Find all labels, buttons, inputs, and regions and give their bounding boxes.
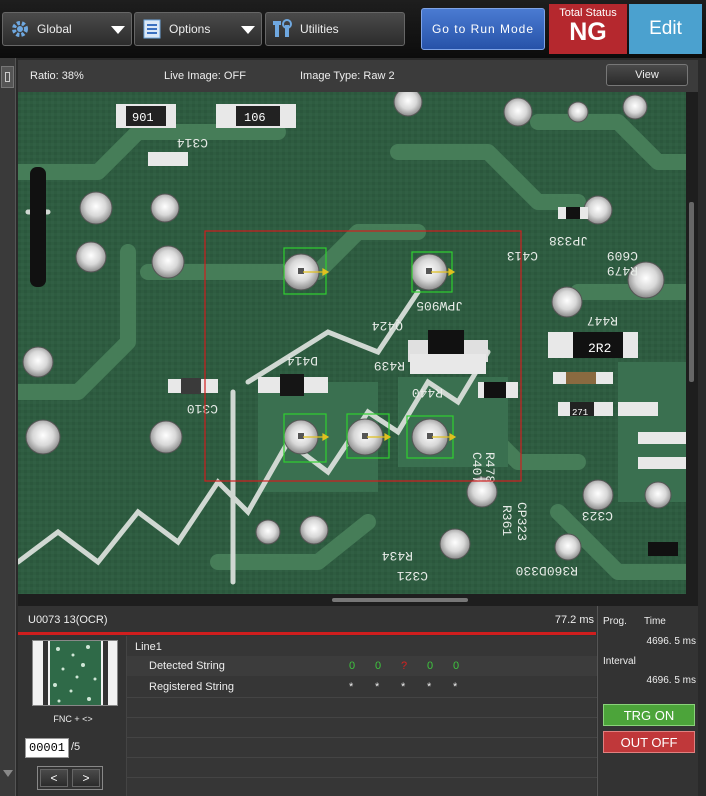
pcb-label: R478 [482,452,497,483]
registered-string-row: Registered String * * * * * [127,677,597,697]
divider [127,757,597,758]
chevron-down-icon [111,26,125,34]
live-image-text: Live Image: OFF [164,70,246,82]
divider [127,737,597,738]
pcb-label: C323 [582,508,613,523]
divider [127,717,597,718]
options-menu-button[interactable]: Options [134,12,262,46]
image-info-bar: Ratio: 38% Live Image: OFF Image Type: R… [18,60,698,92]
registered-char: * [375,681,380,693]
image-type-text: Image Type: Raw 2 [300,70,395,82]
utilities-menu-button[interactable]: Utilities [265,12,405,46]
pcb-label: R361 [499,505,514,536]
ng-indicator-line [18,632,596,635]
result-index-input[interactable]: 00001 [25,738,69,758]
pcb-label: 106 [244,111,266,125]
trg-on-button[interactable]: TRG ON [603,704,695,726]
scrollbar-thumb[interactable] [332,598,468,602]
tool-time: 77.2 ms [554,614,594,626]
pcb-label: 901 [132,111,154,125]
timing-panel: Prog. Time 4696. 5 ms Interval 4696. 5 m… [597,606,698,796]
panel-toggle-button[interactable] [1,66,14,88]
tool-name: U0073 13(OCR) [28,614,108,626]
pcb-label: C609 [607,248,638,263]
result-nav: < > [37,766,103,790]
options-menu-label: Options [169,22,211,36]
go-to-run-mode-button[interactable]: Go to Run Mode [421,8,545,50]
pcb-label: R439 [374,358,405,373]
total-status-value: NG [569,18,607,46]
detected-char: ? [401,660,408,672]
divider [127,697,597,698]
scroll-down-icon[interactable] [3,770,13,777]
tool-header: U0073 13(OCR) 77.2 ms [18,608,596,632]
line-group-label: Line1 [135,641,162,653]
vertical-scrollbar[interactable] [686,92,698,594]
pcb-image: 901 106 C314 JP338 C413 C609 R479 R447 2… [18,92,686,594]
total-status-badge: Total Status NG [549,4,627,54]
pcb-label: C310 [187,401,218,416]
pcb-label: R434 [382,548,413,563]
pcb-label: D414 [287,353,318,368]
horizontal-scrollbar[interactable] [18,594,698,606]
pcb-label: 2R2 [588,341,611,356]
edit-button[interactable]: Edit [629,4,702,54]
detected-string-row: Detected String 0 0? 0 0 [127,656,597,676]
checklist-icon [141,18,163,40]
next-button[interactable]: > [72,769,100,787]
pcb-label: 271 [572,408,588,418]
pcb-label: R479 [607,263,638,278]
registered-char: * [453,681,458,693]
pcb-label: JPW905 [416,298,463,313]
pcb-label: C407 [469,452,484,483]
chevron-down-icon [241,26,255,34]
detected-char: 0 [349,660,356,672]
global-menu-button[interactable]: Global [2,12,132,46]
detected-string-cells: 0 0? 0 0 [349,660,479,672]
detected-char: 0 [427,660,434,672]
fnc-label: FNC + <> [53,714,93,724]
pcb-label: R447 [587,313,618,328]
time-value: 4696. 5 ms [646,636,696,647]
top-toolbar: Global Options Utilities Go to Run Mode … [0,0,706,58]
out-off-button[interactable]: OUT OFF [603,731,695,753]
ratio-text: Ratio: 38% [30,70,84,82]
pcb-label: CP323 [514,502,529,541]
scrollbar-thumb[interactable] [689,202,694,382]
detected-char: 0 [375,660,382,672]
interval-label: Interval [603,656,636,667]
ocr-results-table: Line1 Detected String 0 0? 0 0 Registered S… [126,636,597,796]
prev-button[interactable]: < [40,769,68,787]
detected-string-label: Detected String [149,660,225,672]
registered-string-label: Registered String [149,681,234,693]
result-index-total: /5 [71,741,81,753]
global-menu-label: Global [37,22,72,36]
divider [127,777,597,778]
time-label: Time [644,616,666,627]
left-panel-strip [0,58,16,796]
registered-char: * [427,681,432,693]
pcb-label: C314 [177,135,208,150]
pcb-label: R360D330 [516,563,578,578]
gear-icon [9,18,31,40]
pcb-label: Q424 [372,318,403,333]
tools-icon [272,18,294,40]
utilities-menu-label: Utilities [300,22,339,36]
pcb-label: R440 [412,385,443,400]
pcb-label: C321 [397,568,428,583]
registered-char: * [401,681,406,693]
prog-label: Prog. [603,616,627,627]
interval-value: 4696. 5 ms [646,675,696,686]
view-button[interactable]: View [606,64,688,86]
registered-string-cells: * * * * * [349,681,479,693]
pcb-label: JP338 [549,233,588,248]
camera-image-viewport[interactable]: 901 106 C314 JP338 C413 C609 R479 R447 2… [18,92,686,594]
pcb-label: C413 [507,248,538,263]
detected-char: 0 [453,660,460,672]
tool-thumbnail[interactable] [32,640,118,706]
registered-char: * [349,681,354,693]
panel-icon [5,72,10,82]
